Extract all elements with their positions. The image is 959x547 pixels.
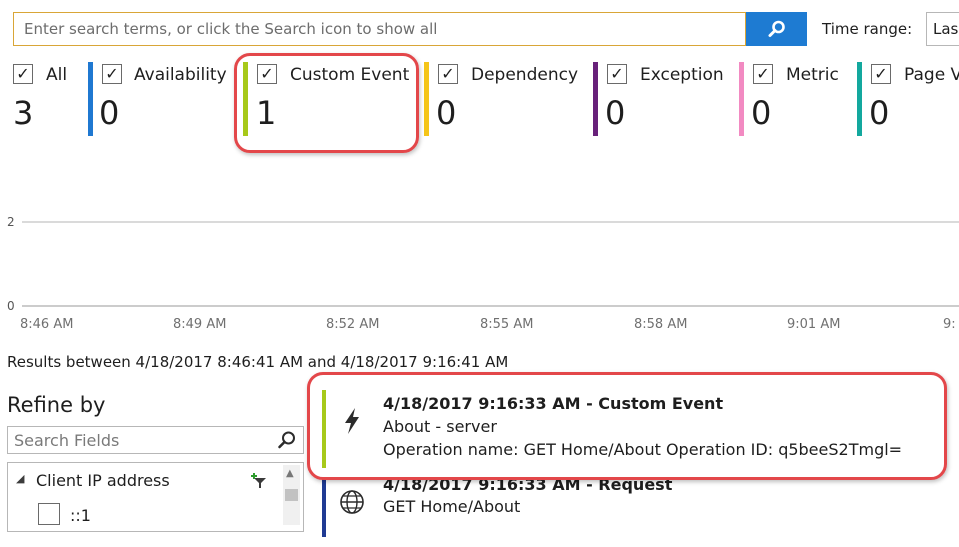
search-button[interactable] bbox=[746, 12, 807, 46]
y-tick-label: 2 bbox=[7, 215, 15, 229]
chart-canvas bbox=[22, 221, 959, 307]
checkbox-page-view[interactable]: ✓ bbox=[871, 64, 891, 84]
time-range-select[interactable]: Las bbox=[926, 12, 959, 46]
globe-icon bbox=[340, 490, 364, 514]
filter-page-view[interactable]: ✓ Page V 0 bbox=[857, 60, 959, 136]
filter-dependency[interactable]: ✓ Dependency 0 bbox=[424, 60, 589, 136]
filter-label: Dependency bbox=[471, 65, 579, 85]
highlight-callout bbox=[307, 372, 947, 480]
x-tick-label: 8:55 AM bbox=[480, 317, 534, 332]
facet-group-label: Client IP address bbox=[36, 471, 170, 490]
facet-value-label: ::1 bbox=[70, 506, 91, 525]
scroll-thumb[interactable] bbox=[285, 489, 298, 501]
scroll-up-icon[interactable]: ▲ bbox=[286, 468, 294, 479]
result-line: GET Home/About bbox=[383, 497, 521, 516]
x-tick-label: 8:52 AM bbox=[326, 317, 380, 332]
color-bar bbox=[739, 62, 744, 136]
scrollbar[interactable]: ▲ bbox=[283, 465, 300, 525]
collapse-triangle-icon[interactable]: ◢ bbox=[16, 472, 24, 485]
x-tick-label: 9:01 AM bbox=[787, 317, 841, 332]
x-tick-label: 8:46 AM bbox=[20, 317, 74, 332]
search-icon bbox=[768, 20, 785, 37]
color-bar bbox=[88, 62, 93, 136]
filter-count: 0 bbox=[605, 94, 626, 132]
result-color-bar bbox=[322, 477, 326, 537]
x-tick-label: 8:49 AM bbox=[173, 317, 227, 332]
checkbox-exception[interactable]: ✓ bbox=[607, 64, 627, 84]
add-filter-icon[interactable] bbox=[251, 472, 269, 490]
checkbox-dependency[interactable]: ✓ bbox=[438, 64, 458, 84]
filter-count: 0 bbox=[436, 94, 457, 132]
search-box[interactable] bbox=[13, 12, 746, 46]
y-tick-label: 0 bbox=[7, 299, 15, 313]
x-tick-label: 8:58 AM bbox=[634, 317, 688, 332]
results-summary: Results between 4/18/2017 8:46:41 AM and… bbox=[7, 353, 509, 371]
filter-availability[interactable]: ✓ Availability 0 bbox=[88, 60, 233, 136]
x-tick-label: 9: bbox=[943, 317, 956, 332]
result-item[interactable]: 4/18/2017 9:16:33 AM - Request GET Home/… bbox=[312, 475, 959, 547]
filter-exception[interactable]: ✓ Exception 0 bbox=[593, 60, 733, 136]
filter-count: 0 bbox=[869, 94, 890, 132]
filter-label: Exception bbox=[640, 65, 724, 85]
filter-metric[interactable]: ✓ Metric 0 bbox=[739, 60, 849, 136]
filter-label: Page V bbox=[904, 65, 959, 85]
refine-search-input[interactable] bbox=[8, 427, 280, 453]
filter-count: 3 bbox=[13, 94, 34, 132]
color-bar bbox=[424, 62, 429, 136]
facet-panel: ◢ Client IP address ::1 bbox=[7, 462, 304, 532]
search-icon[interactable] bbox=[277, 430, 297, 450]
filter-count: 0 bbox=[99, 94, 120, 132]
search-input[interactable] bbox=[14, 13, 745, 45]
filter-count: 0 bbox=[751, 94, 772, 132]
filter-label: Metric bbox=[786, 65, 839, 85]
checkbox-metric[interactable]: ✓ bbox=[753, 64, 773, 84]
color-bar bbox=[593, 62, 598, 136]
color-bar bbox=[857, 62, 862, 136]
filter-label: All bbox=[46, 65, 68, 85]
checkbox-all[interactable]: ✓ bbox=[13, 64, 33, 84]
checkbox-availability[interactable]: ✓ bbox=[102, 64, 122, 84]
filter-label: Availability bbox=[134, 65, 227, 85]
filter-all[interactable]: ✓ All 3 bbox=[13, 60, 83, 136]
highlight-callout bbox=[234, 53, 419, 153]
refine-search-box[interactable] bbox=[7, 426, 304, 454]
time-range-label: Time range: bbox=[822, 20, 913, 38]
facet-checkbox[interactable] bbox=[38, 503, 60, 525]
refine-title: Refine by bbox=[7, 393, 106, 417]
